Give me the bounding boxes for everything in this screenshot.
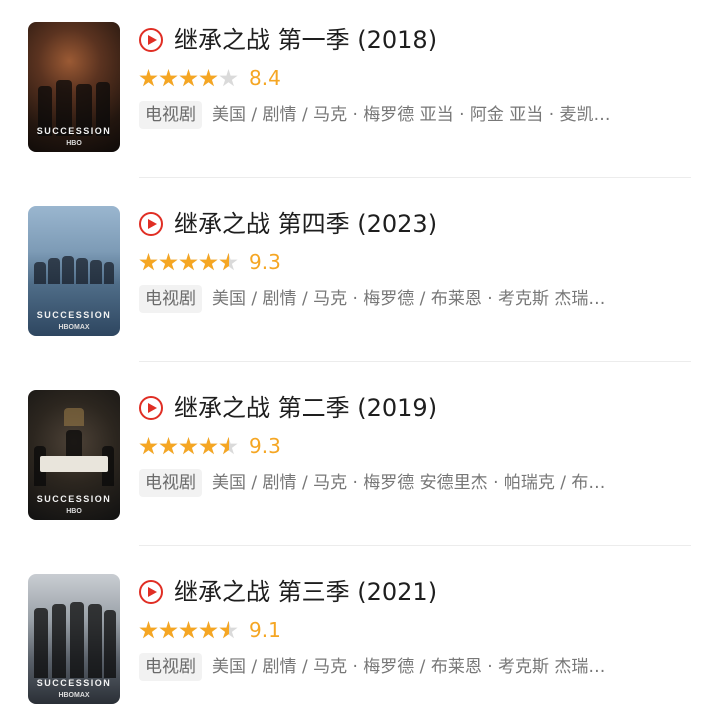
star-icon xyxy=(199,437,218,455)
star-icon xyxy=(199,621,218,639)
poster-brand: HBO xyxy=(66,140,82,147)
poster-image[interactable]: SUCCESSION HBOMAX xyxy=(28,206,120,336)
play-icon[interactable] xyxy=(139,212,163,236)
search-result-list: SUCCESSION HBO 继承之战 第一季 (2018) 8.4 电视剧 美… xyxy=(0,0,719,718)
category-tag: 电视剧 xyxy=(139,653,202,681)
star-rating xyxy=(139,621,239,641)
poster-brand: HBOMAX xyxy=(58,692,90,699)
star-icon xyxy=(199,253,218,271)
item-info: 美国 / 剧情 / 马克 · 梅罗德 亚当 · 阿金 亚当 · 麦凯… xyxy=(212,105,611,125)
category-tag: 电视剧 xyxy=(139,101,202,129)
item-meta: 电视剧 美国 / 剧情 / 马克 · 梅罗德 亚当 · 阿金 亚当 · 麦凯… xyxy=(139,100,611,130)
star-rating xyxy=(139,253,239,273)
item-meta: 电视剧 美国 / 剧情 / 马克 · 梅罗德 安德里杰 · 帕瑞克 / 布… xyxy=(139,468,605,498)
rating-score: 9.3 xyxy=(249,250,281,274)
item-meta: 电视剧 美国 / 剧情 / 马克 · 梅罗德 / 布莱恩 · 考克斯 杰瑞… xyxy=(139,284,605,314)
star-icon xyxy=(199,69,218,87)
rating-score: 9.1 xyxy=(249,618,281,642)
play-icon[interactable] xyxy=(139,580,163,604)
item-info: 美国 / 剧情 / 马克 · 梅罗德 / 布莱恩 · 考克斯 杰瑞… xyxy=(212,289,606,309)
divider xyxy=(139,545,691,546)
star-icon xyxy=(179,621,198,639)
rating-score: 8.4 xyxy=(249,66,281,90)
divider xyxy=(139,361,691,362)
rating-score: 9.3 xyxy=(249,434,281,458)
item-title[interactable]: 继承之战 第二季 (2019) xyxy=(174,393,437,423)
star-icon xyxy=(159,621,178,639)
play-icon[interactable] xyxy=(139,28,163,52)
category-tag: 电视剧 xyxy=(139,469,202,497)
item-title[interactable]: 继承之战 第三季 (2021) xyxy=(174,577,437,607)
divider xyxy=(139,177,691,178)
result-item[interactable]: SUCCESSION HBO 继承之战 第二季 (2019) 9.3 电视剧 美… xyxy=(0,368,719,552)
poster-brand: HBO xyxy=(66,508,82,515)
star-icon xyxy=(159,253,178,271)
poster-title: SUCCESSION xyxy=(36,310,112,320)
poster-title: SUCCESSION xyxy=(36,494,112,504)
star-icon xyxy=(179,437,198,455)
poster-image[interactable]: SUCCESSION HBO xyxy=(28,22,120,152)
poster-brand: HBOMAX xyxy=(58,324,90,331)
item-info: 美国 / 剧情 / 马克 · 梅罗德 / 布莱恩 · 考克斯 杰瑞… xyxy=(212,657,606,677)
star-icon xyxy=(139,253,158,271)
star-icon xyxy=(219,437,238,455)
poster-title: SUCCESSION xyxy=(36,678,112,688)
category-tag: 电视剧 xyxy=(139,285,202,313)
star-icon xyxy=(139,621,158,639)
poster-image[interactable]: SUCCESSION HBO xyxy=(28,390,120,520)
star-icon xyxy=(219,621,238,639)
play-icon[interactable] xyxy=(139,396,163,420)
star-icon xyxy=(159,69,178,87)
item-meta: 电视剧 美国 / 剧情 / 马克 · 梅罗德 / 布莱恩 · 考克斯 杰瑞… xyxy=(139,652,605,682)
result-item[interactable]: SUCCESSION HBOMAX 继承之战 第四季 (2023) 9.3 电视… xyxy=(0,184,719,368)
star-rating xyxy=(139,437,239,457)
star-icon xyxy=(219,253,238,271)
item-title[interactable]: 继承之战 第一季 (2018) xyxy=(174,25,437,55)
item-info: 美国 / 剧情 / 马克 · 梅罗德 安德里杰 · 帕瑞克 / 布… xyxy=(212,473,606,493)
result-item[interactable]: SUCCESSION HBOMAX 继承之战 第三季 (2021) 9.1 电视… xyxy=(0,552,719,718)
star-rating xyxy=(139,69,239,89)
star-icon xyxy=(179,69,198,87)
star-icon xyxy=(139,437,158,455)
poster-image[interactable]: SUCCESSION HBOMAX xyxy=(28,574,120,704)
result-item[interactable]: SUCCESSION HBO 继承之战 第一季 (2018) 8.4 电视剧 美… xyxy=(0,0,719,184)
star-icon xyxy=(179,253,198,271)
star-icon xyxy=(159,437,178,455)
item-title[interactable]: 继承之战 第四季 (2023) xyxy=(174,209,437,239)
poster-title: SUCCESSION xyxy=(36,126,112,136)
star-icon xyxy=(139,69,158,87)
star-icon xyxy=(219,69,238,87)
